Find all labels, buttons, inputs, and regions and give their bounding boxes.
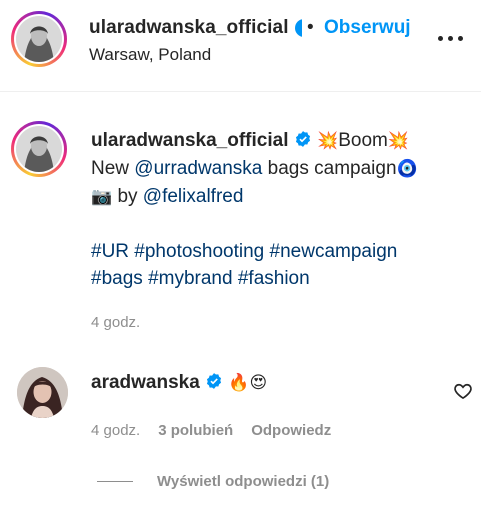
caption-avatar[interactable] — [11, 121, 67, 177]
hashtag-link[interactable]: #mybrand — [148, 268, 233, 289]
location-link[interactable]: Warsaw, Poland — [89, 45, 211, 65]
caption-line-1: ularadwanska_official 💥Boom💥 — [91, 127, 461, 155]
caption-text: bags campaign — [262, 158, 397, 179]
hashtag-link[interactable]: #bags — [91, 268, 143, 289]
comment-username[interactable]: aradwanska — [91, 372, 200, 393]
follow-button[interactable]: Obserwuj — [324, 17, 411, 39]
hashtags-line-2: #bags #mybrand #fashion — [91, 265, 461, 292]
hashtag-link[interactable]: #photoshooting — [134, 241, 264, 262]
explosion-emoji: 💥 — [387, 131, 410, 151]
view-replies-button[interactable]: Wyświetl odpowiedzi (1) — [97, 473, 329, 490]
comment-likes-count[interactable]: 3 polubień — [158, 422, 233, 439]
mention-link[interactable]: @urradwanska — [134, 158, 262, 179]
caption-line-2: New @urradwanska bags campaign🧿 — [91, 155, 461, 183]
caption-timestamp[interactable]: 4 godz. — [91, 314, 140, 331]
comment-meta: 4 godz. 3 polubień Odpowiedz — [91, 422, 331, 439]
hashtag-link[interactable]: #UR — [91, 241, 129, 262]
hashtag-link[interactable]: #fashion — [238, 268, 310, 289]
reply-button[interactable]: Odpowiedz — [251, 422, 331, 439]
post-header: ularadwanska_official • Obserwuj Warsaw,… — [0, 0, 481, 92]
caption-text: by — [112, 186, 143, 207]
comment-timestamp[interactable]: 4 godz. — [91, 422, 140, 439]
verified-badge-icon — [294, 129, 312, 147]
comment-avatar[interactable] — [17, 367, 68, 418]
nazar-emoji: 🧿 — [396, 159, 418, 179]
caption-boom-text: Boom — [338, 130, 388, 151]
more-horizontal-icon[interactable] — [436, 26, 466, 50]
comment-emojis: 🔥😍 — [228, 373, 268, 393]
heart-outline-icon[interactable] — [453, 381, 473, 401]
header-username[interactable]: ularadwanska_official — [89, 17, 289, 39]
replies-divider — [97, 481, 133, 482]
verified-badge-icon — [205, 372, 223, 390]
verified-badge-icon — [294, 18, 302, 38]
explosion-emoji: 💥 — [317, 131, 339, 151]
hashtag-link[interactable]: #newcampaign — [270, 241, 398, 262]
comment: aradwanska 🔥😍 — [91, 370, 267, 396]
hashtags-line-1: #UR #photoshooting #newcampaign — [91, 238, 461, 265]
mention-link[interactable]: @felixalfred — [143, 186, 244, 207]
caption-line-3: 📷 by @felixalfred — [91, 183, 461, 211]
view-replies-label: Wyświetl odpowiedzi (1) — [157, 473, 330, 490]
caption-text: New — [91, 158, 135, 179]
camera-emoji: 📷 — [91, 187, 113, 207]
header-separator: • — [307, 17, 314, 38]
header-avatar[interactable] — [11, 11, 67, 67]
post-caption: ularadwanska_official 💥Boom💥 New @urradw… — [91, 127, 461, 292]
caption-username[interactable]: ularadwanska_official — [91, 130, 288, 151]
